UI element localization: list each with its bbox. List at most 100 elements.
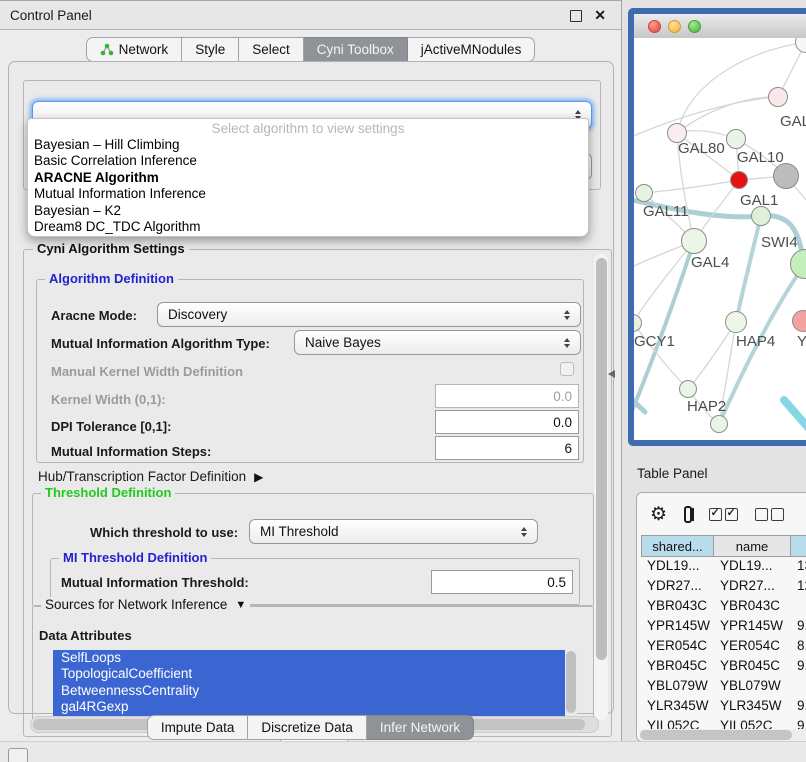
- columns-icon[interactable]: [684, 506, 692, 523]
- attributes-scrollbar-thumb[interactable]: [566, 651, 576, 713]
- table-row[interactable]: YDL19...YDL19...13: [641, 555, 806, 575]
- mi-steps-field[interactable]: 6: [435, 436, 579, 460]
- attributes-scrollbar[interactable]: [565, 650, 577, 716]
- tab-discretize-data[interactable]: Discretize Data: [248, 715, 367, 740]
- table-panel-title: Table Panel: [637, 466, 708, 481]
- kernel-width-value: 0.0: [553, 389, 572, 404]
- attribute-item-selfloops[interactable]: SelfLoops: [53, 650, 577, 666]
- float-icon[interactable]: [570, 10, 582, 22]
- table-cell: YDR27...: [714, 575, 791, 595]
- dpi-tolerance-field[interactable]: 0.0: [435, 410, 579, 434]
- table-cell: 9.: [791, 655, 806, 675]
- algorithm-option-mutual-information-inference[interactable]: Mutual Information Inference: [28, 186, 588, 202]
- settings-vertical-scrollbar[interactable]: [594, 254, 608, 720]
- mi-type-combo[interactable]: Naive Bayes: [294, 330, 581, 355]
- expand-arrow-icon[interactable]: ▶: [254, 470, 263, 484]
- node-table: shared...nameYDL19...YDL19...13YDR27...Y…: [641, 535, 806, 741]
- table-row[interactable]: YLR345WYLR345W9.: [641, 695, 806, 715]
- attribute-item-betweennesscentrality[interactable]: BetweennessCentrality: [53, 683, 577, 699]
- tab-style[interactable]: Style: [182, 37, 239, 62]
- table-cell: [791, 595, 806, 615]
- attribute-item-gal4rgexp[interactable]: gal4RGexp: [53, 699, 577, 715]
- collapse-arrow-icon[interactable]: ▼: [235, 599, 246, 611]
- table-cell: YLR345W: [641, 695, 714, 715]
- tab-label: Infer Network: [380, 720, 460, 735]
- tab-label: Select: [252, 42, 290, 57]
- table-cell: YPR145W: [714, 615, 791, 635]
- node-gal10[interactable]: [726, 129, 746, 149]
- network-canvas[interactable]: GALGAL80GAL10GAL1GAL11SWI4GAL4GCY1HAP4YH…: [634, 38, 806, 440]
- table-cell: YBR045C: [641, 655, 714, 675]
- tab-cyni-toolbox[interactable]: Cyni Toolbox: [304, 37, 408, 62]
- corner-button[interactable]: [8, 748, 28, 762]
- node-label-gal: GAL: [780, 113, 806, 130]
- cyni-algorithm-settings-group: Cyni Algorithm Settings Algorithm Defini…: [23, 249, 612, 737]
- mouse-cursor: [608, 370, 615, 378]
- dropdown-placeholder: Select algorithm to view settings: [28, 121, 588, 137]
- table-cell: YBL079W: [641, 675, 714, 695]
- sources-group: Sources for Network Inference ▼ Data Att…: [32, 605, 594, 721]
- kernel-width-field[interactable]: 0.0: [435, 384, 579, 408]
- node-hap4[interactable]: [725, 311, 747, 333]
- table-cell: [791, 675, 806, 695]
- node-mid-green[interactable]: [751, 206, 771, 226]
- table-cell: 8.: [791, 635, 806, 655]
- sources-title[interactable]: Sources for Network Inference ▼: [41, 597, 250, 612]
- table-row[interactable]: YBL079WYBL079W: [641, 675, 806, 695]
- hub-definition-toggle[interactable]: Hub/Transcription Factor Definition ▶: [38, 469, 263, 484]
- checked-boxes-icon[interactable]: [709, 508, 738, 521]
- column-header-col2[interactable]: [791, 535, 806, 557]
- sources-title-text: Sources for Network Inference: [45, 597, 227, 612]
- table-cell: YER054C: [641, 635, 714, 655]
- node-bottom[interactable]: [710, 415, 728, 433]
- node-gray[interactable]: [773, 163, 799, 189]
- algorithm-option-basic-correlation-inference[interactable]: Basic Correlation Inference: [28, 153, 588, 169]
- node-label-hap4: HAP4: [736, 333, 775, 350]
- dpi-tolerance-label: DPI Tolerance [0,1]:: [51, 419, 171, 434]
- algorithm-option-bayesian-k2[interactable]: Bayesian – K2: [28, 203, 588, 219]
- table-row[interactable]: YBR043CYBR043C: [641, 595, 806, 615]
- algorithm-option-bayesian-hill-climbing[interactable]: Bayesian – Hill Climbing: [28, 137, 588, 153]
- table-row[interactable]: YPR145WYPR145W9.: [641, 615, 806, 635]
- control-panel-titlebar: Control Panel ✕: [0, 1, 621, 30]
- network-edge: [688, 322, 736, 389]
- table-row[interactable]: YER054CYER054C8.: [641, 635, 806, 655]
- tab-network[interactable]: Network: [86, 37, 183, 62]
- settings-vscroll-thumb[interactable]: [596, 258, 607, 660]
- node-gal-pink[interactable]: [768, 87, 788, 107]
- column-header-shared[interactable]: shared...: [641, 535, 714, 557]
- tab-select[interactable]: Select: [239, 37, 304, 62]
- table-panel: ⚙ shared...nameYDL19...YDL19...13YDR27..…: [636, 492, 806, 742]
- tab-label: Network: [119, 42, 169, 57]
- aracne-mode-combo[interactable]: Discovery: [157, 302, 581, 327]
- table-row[interactable]: YBR045CYBR045C9.: [641, 655, 806, 675]
- data-attributes-list: SelfLoopsTopologicalCoefficientBetweenne…: [53, 650, 577, 716]
- which-threshold-combo[interactable]: MI Threshold: [249, 519, 538, 544]
- minimize-traffic-light-icon[interactable]: [668, 20, 681, 33]
- zoom-traffic-light-icon[interactable]: [688, 20, 701, 33]
- close-traffic-light-icon[interactable]: [648, 20, 661, 33]
- network-window-titlebar[interactable]: [634, 14, 806, 39]
- table-hscroll-thumb[interactable]: [640, 730, 792, 740]
- table-horizontal-scrollbar[interactable]: [639, 729, 806, 741]
- algorithm-option-dream8-dc-tdc-algorithm[interactable]: Dream8 DC_TDC Algorithm: [28, 219, 588, 235]
- node-hap2[interactable]: [679, 380, 697, 398]
- node-gal1[interactable]: [730, 171, 748, 189]
- attribute-item-topologicalcoefficient[interactable]: TopologicalCoefficient: [53, 666, 577, 682]
- node-gal4[interactable]: [681, 228, 707, 254]
- node-label-gcy1: GCY1: [634, 333, 675, 350]
- tab-impute-data[interactable]: Impute Data: [147, 715, 249, 740]
- table-toolbar: ⚙: [637, 493, 806, 535]
- tab-jactivemnodules[interactable]: jActiveMNodules: [408, 37, 536, 62]
- manual-kernel-checkbox[interactable]: [560, 362, 574, 376]
- unchecked-boxes-icon[interactable]: [755, 508, 784, 521]
- close-icon[interactable]: ✕: [594, 7, 606, 24]
- column-header-name[interactable]: name: [714, 535, 791, 557]
- mi-threshold-field[interactable]: 0.5: [431, 570, 573, 594]
- node-gal11[interactable]: [635, 184, 653, 202]
- table-row[interactable]: YDR27...YDR27...12: [641, 575, 806, 595]
- tab-infer-network[interactable]: Infer Network: [367, 715, 474, 740]
- cyni-toolbox-panel: gal-filtered sif default node Select alg…: [8, 61, 614, 714]
- gear-icon[interactable]: ⚙: [650, 505, 667, 524]
- algorithm-option-aracne-algorithm[interactable]: ARACNE Algorithm: [28, 170, 588, 186]
